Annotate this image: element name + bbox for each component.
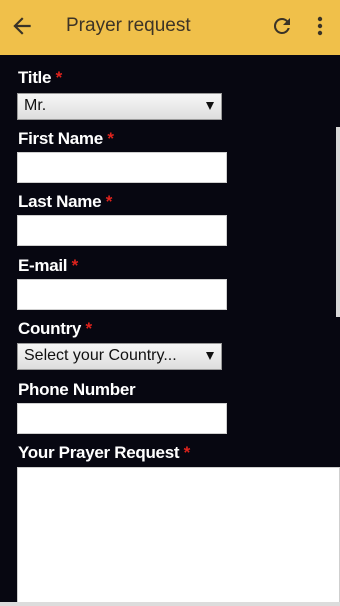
title-label-text: Title — [18, 68, 52, 87]
refresh-icon[interactable] — [270, 14, 294, 38]
country-select[interactable]: Select your Country... — [17, 343, 222, 370]
country-label: Country * — [18, 319, 92, 339]
last-name-label-text: Last Name — [18, 192, 102, 211]
country-select-value: Select your Country... — [24, 347, 177, 364]
phone-field[interactable] — [17, 403, 227, 434]
more-vert-icon[interactable] — [312, 13, 328, 39]
email-label: E-mail * — [18, 256, 78, 276]
prayer-request-label: Your Prayer Request * — [18, 443, 190, 463]
required-mark: * — [183, 443, 191, 462]
dropdown-arrow-icon — [206, 102, 214, 110]
required-mark: * — [105, 192, 113, 211]
prayer-form: Title * Mr. First Name * Last Name * E-m… — [0, 55, 340, 602]
required-mark: * — [107, 129, 114, 148]
phone-label-text: Phone Number — [18, 380, 136, 399]
prayer-request-textarea[interactable] — [17, 467, 340, 602]
app-bar: Prayer request — [0, 0, 340, 55]
email-label-text: E-mail — [18, 256, 68, 275]
prayer-request-label-text: Your Prayer Request — [18, 443, 180, 462]
phone-label: Phone Number — [18, 380, 136, 400]
last-name-field[interactable] — [17, 215, 227, 246]
bottom-edge — [0, 602, 340, 606]
required-mark: * — [55, 68, 63, 87]
required-mark: * — [71, 256, 79, 275]
country-label-text: Country — [18, 319, 82, 338]
first-name-label-text: First Name — [18, 129, 103, 148]
title-select[interactable]: Mr. — [17, 93, 222, 120]
arrow-left-icon[interactable] — [9, 13, 35, 39]
scrollbar[interactable] — [336, 127, 340, 317]
first-name-label: First Name * — [18, 129, 114, 149]
first-name-field[interactable] — [17, 152, 227, 183]
email-field[interactable] — [17, 279, 227, 310]
title-select-value: Mr. — [24, 97, 47, 114]
page-title: Prayer request — [66, 15, 191, 36]
last-name-label: Last Name * — [18, 192, 112, 212]
dropdown-arrow-icon — [206, 352, 214, 360]
title-label: Title * — [18, 68, 62, 88]
required-mark: * — [85, 319, 93, 338]
